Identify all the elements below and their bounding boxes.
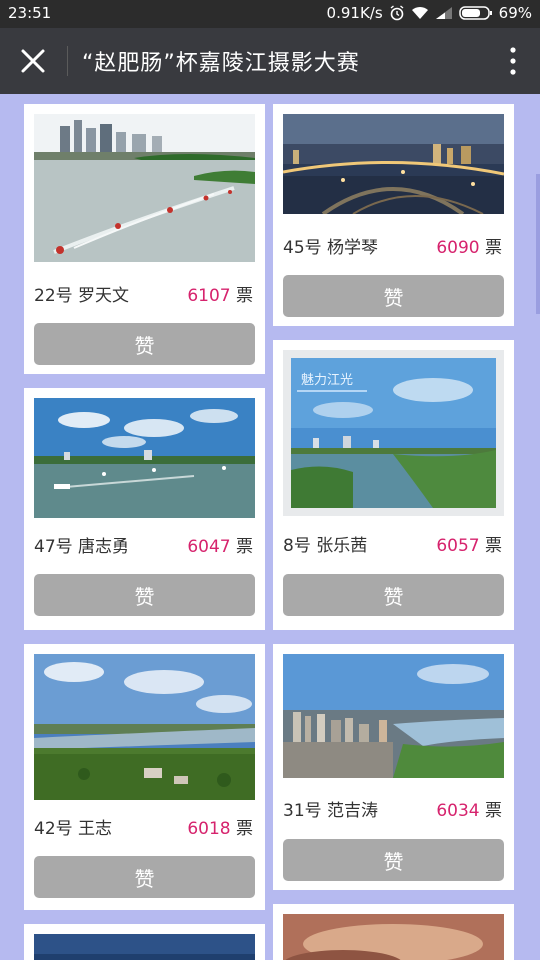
entry-author: 王志 (78, 819, 113, 839)
entry-number: 31号 (283, 801, 322, 821)
network-speed: 0.91K/s (326, 4, 383, 22)
like-button[interactable]: 赞 (283, 839, 504, 881)
entry-meta: 8号 张乐茜 (283, 531, 367, 556)
vote-unit: 票 (236, 537, 253, 557)
title-bar: “赵肥肠”杯嘉陵江摄影大赛 (0, 28, 540, 94)
entry-card: 42号 王志 6018 票 赞 (24, 644, 265, 910)
wifi-icon (411, 6, 428, 19)
status-bar: 23:51 0.91K/s 69% (0, 0, 540, 28)
entry-number: 8号 (283, 536, 311, 556)
page-title: “赵肥肠”杯嘉陵江摄影大赛 (82, 51, 360, 76)
entry-meta: 47号 唐志勇 (34, 532, 129, 557)
entry-card: 47号 唐志勇 6047 票 赞 (24, 388, 265, 630)
scrollbar[interactable] (536, 174, 540, 314)
divider (67, 46, 68, 76)
entry-author: 唐志勇 (78, 537, 130, 557)
like-button[interactable]: 赞 (34, 574, 255, 616)
entry-votes: 6047 票 (187, 532, 253, 557)
entry-votes: 6107 票 (187, 281, 253, 306)
entry-photo[interactable]: 魅力江光 (283, 350, 504, 516)
entry-photo[interactable] (283, 654, 504, 778)
photo-overlay-text: 魅力江光 (301, 373, 353, 388)
entry-card: 31号 范吉涛 6034 票 赞 (273, 644, 514, 890)
alarm-icon (390, 5, 404, 21)
entry-card: 魅力江光 8号 张乐茜 6057 票 赞 (273, 340, 514, 630)
entry-author: 杨学琴 (327, 238, 379, 258)
close-icon[interactable] (16, 44, 50, 78)
entry-photo[interactable] (283, 914, 504, 960)
like-button[interactable]: 赞 (34, 856, 255, 898)
entry-meta: 45号 杨学琴 (283, 233, 378, 258)
entry-card: 45号 杨学琴 6090 票 赞 (273, 104, 514, 326)
entry-photo[interactable] (283, 114, 504, 214)
vote-unit: 票 (485, 801, 502, 821)
like-button[interactable]: 赞 (34, 323, 255, 365)
entry-number: 42号 (34, 819, 73, 839)
status-time: 23:51 (8, 4, 52, 22)
vote-count: 6018 (187, 819, 231, 839)
entry-photo[interactable] (34, 934, 255, 960)
more-options-icon[interactable] (508, 46, 518, 76)
entry-meta: 22号 罗天文 (34, 281, 129, 306)
entry-votes: 6090 票 (436, 233, 502, 258)
vote-count: 6057 (436, 536, 480, 556)
entry-votes: 6034 票 (436, 796, 502, 821)
vote-count: 6107 (187, 286, 231, 306)
entry-number: 22号 (34, 286, 73, 306)
entries-grid[interactable]: 22号 罗天文 6107 票 赞 45号 杨学琴 6090 票 赞 47号 唐志… (0, 94, 540, 960)
entry-card-partial (273, 904, 514, 960)
entry-author: 张乐茜 (316, 536, 368, 556)
entry-number: 45号 (283, 238, 322, 258)
vote-count: 6034 (436, 801, 480, 821)
entry-meta: 31号 范吉涛 (283, 796, 378, 821)
vote-unit: 票 (485, 238, 502, 258)
vote-count: 6047 (187, 537, 231, 557)
entry-photo[interactable] (34, 654, 255, 800)
vote-unit: 票 (236, 819, 253, 839)
entry-photo[interactable] (34, 398, 255, 518)
entry-card: 22号 罗天文 6107 票 赞 (24, 104, 265, 374)
vote-unit: 票 (236, 286, 253, 306)
vote-count: 6090 (436, 238, 480, 258)
like-button[interactable]: 赞 (283, 275, 504, 317)
status-right: 0.91K/s 69% (327, 4, 532, 22)
battery-icon (458, 6, 492, 20)
entry-number: 47号 (34, 537, 73, 557)
entry-votes: 6057 票 (436, 531, 502, 556)
entry-card-partial (24, 924, 265, 960)
vote-unit: 票 (485, 536, 502, 556)
like-button[interactable]: 赞 (283, 574, 504, 616)
entry-photo[interactable] (34, 114, 255, 262)
signal-icon (435, 7, 452, 19)
entry-author: 罗天文 (78, 286, 130, 306)
battery-percent: 69% (498, 4, 532, 22)
entry-votes: 6018 票 (187, 814, 253, 839)
entry-meta: 42号 王志 (34, 814, 112, 839)
entry-author: 范吉涛 (327, 801, 379, 821)
